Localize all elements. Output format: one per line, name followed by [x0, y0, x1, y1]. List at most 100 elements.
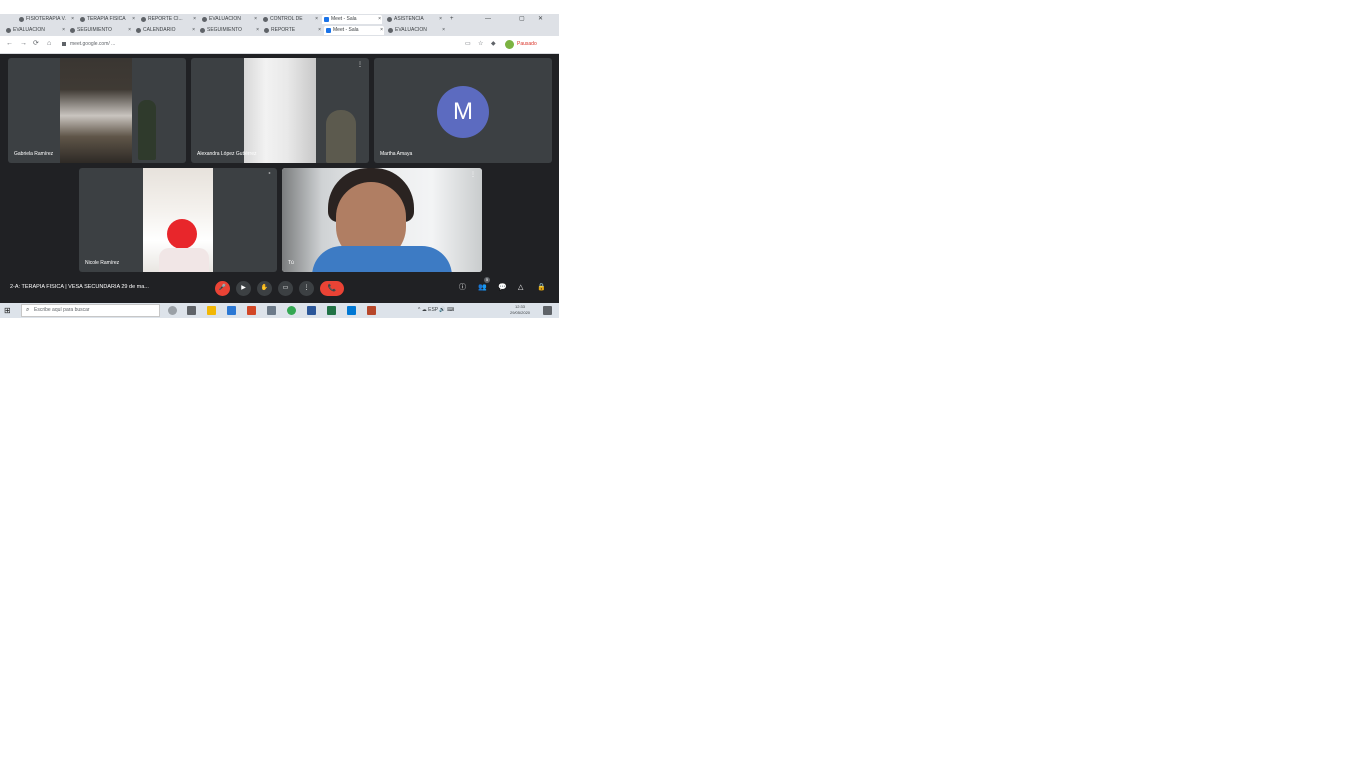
raise-hand-button[interactable]: ✋ [257, 281, 272, 296]
lock-icon [62, 41, 66, 46]
browser-tab[interactable]: EVALUACION × [200, 15, 258, 24]
pin-icon[interactable]: ⋮ [357, 61, 363, 68]
chat-icon[interactable]: 💬 [498, 283, 507, 293]
close-tab-icon[interactable]: × [193, 15, 196, 24]
close-tab-icon[interactable]: × [254, 15, 257, 24]
site-favicon-icon [80, 17, 85, 22]
system-tray[interactable]: ^ ☁ ESP 🔊 ⌨ [418, 306, 454, 315]
mic-button[interactable]: 🎤 [215, 281, 230, 296]
browser-tab[interactable]: REPORTE × [262, 26, 322, 35]
minimize-button[interactable]: — [485, 14, 491, 25]
cortana-icon[interactable] [168, 306, 177, 315]
paused-indicator[interactable]: Pausado [517, 40, 537, 49]
participant-name: Tú [288, 260, 294, 266]
reload-icon[interactable]: ⟳ [33, 39, 39, 49]
more-options-button[interactable]: ⋮ [299, 281, 314, 296]
close-tab-icon[interactable]: × [318, 26, 321, 35]
participant-name: Gabriela Ramírez [14, 151, 54, 157]
task-view-icon[interactable] [187, 306, 196, 315]
meeting-controls-bar: 2-A: TERAPIA FISICA | VESA SECUNDARIA 29… [0, 276, 559, 301]
people-icon[interactable]: 👥 [478, 283, 487, 293]
close-window-button[interactable]: ✕ [538, 14, 543, 25]
windows-start-icon[interactable]: ⊞ [4, 306, 11, 315]
powerpoint-icon[interactable] [367, 306, 376, 315]
url-field[interactable]: meet.google.com/ ... [62, 40, 442, 49]
close-tab-icon[interactable]: × [128, 26, 131, 35]
close-tab-icon[interactable]: × [132, 15, 135, 24]
browser-tab[interactable]: ASISTENCIA × [385, 15, 443, 24]
camera-permission-icon[interactable]: ▭ [465, 40, 471, 49]
extension-icon[interactable]: ◆ [491, 40, 496, 49]
close-tab-icon[interactable]: × [380, 26, 383, 35]
chrome-icon[interactable] [287, 306, 296, 315]
site-favicon-icon [388, 28, 393, 33]
close-tab-icon[interactable]: × [71, 15, 74, 24]
browser-tab[interactable]: CONTROL DE × [261, 15, 319, 24]
people-count-badge: 5 [484, 277, 490, 283]
meeting-title[interactable]: 2-A: TERAPIA FISICA | VESA SECUNDARIA 29… [10, 284, 149, 290]
camera-button[interactable]: ▶ [236, 281, 251, 296]
participant-tile[interactable]: Gabriela Ramírez [8, 58, 186, 163]
browser-tab[interactable]: CALENDARIO × [134, 26, 196, 35]
meet-favicon-icon [324, 17, 329, 22]
browser-tab[interactable]: EVALUACION × [4, 26, 66, 35]
word-icon[interactable] [307, 306, 316, 315]
close-tab-icon[interactable]: × [439, 15, 442, 24]
site-favicon-icon [387, 17, 392, 22]
notifications-icon[interactable] [543, 306, 552, 315]
bookmark-star-icon[interactable]: ☆ [478, 40, 483, 49]
file-explorer-icon[interactable] [207, 306, 216, 315]
forward-icon[interactable]: → [20, 39, 27, 49]
hangup-button[interactable]: 📞 [320, 281, 344, 296]
taskbar-clock[interactable]: 12:33 29/05/2020 [510, 304, 530, 316]
close-tab-icon[interactable]: × [62, 26, 65, 35]
profile-avatar[interactable] [505, 40, 514, 49]
browser-tab[interactable]: TERAPIA FISICA × [78, 15, 136, 24]
meet-favicon-icon [326, 28, 331, 33]
excel-icon[interactable] [327, 306, 336, 315]
mic-muted-icon: ⁺ [267, 172, 271, 178]
close-tab-icon[interactable]: × [315, 15, 318, 24]
browser-tab-active[interactable]: Meet - Sala × [322, 15, 382, 24]
info-icon[interactable]: ⓘ [459, 283, 466, 293]
browser-tab[interactable]: REPORTE CI... × [139, 15, 197, 24]
participant-tile[interactable]: ⋮ Alexandra López Gutiérrez [191, 58, 369, 163]
new-tab-button[interactable]: + [450, 14, 454, 25]
self-view-tile[interactable]: ⋮ Tú [282, 168, 482, 272]
edge-icon[interactable] [347, 306, 356, 315]
site-favicon-icon [136, 28, 141, 33]
windows-taskbar: ⊞ ⌕ Escribe aquí para buscar ^ ☁ ESP 🔊 ⌨… [0, 303, 559, 318]
browser-tab[interactable]: EVALUACION × [386, 26, 446, 35]
store-icon[interactable] [227, 306, 236, 315]
close-tab-icon[interactable]: × [256, 26, 259, 35]
close-tab-icon[interactable]: × [192, 26, 195, 35]
participant-tile[interactable]: M Martha Amaya [374, 58, 552, 163]
calculator-icon[interactable] [267, 306, 276, 315]
red-balloon [167, 219, 197, 249]
close-tab-icon[interactable]: × [378, 15, 381, 24]
site-favicon-icon [202, 17, 207, 22]
back-icon[interactable]: ← [6, 39, 13, 49]
close-tab-icon[interactable]: × [442, 26, 445, 35]
top-strip [0, 0, 559, 14]
participant-video [244, 58, 356, 163]
office-icon[interactable] [247, 306, 256, 315]
home-icon[interactable]: ⌂ [47, 39, 51, 49]
activities-icon[interactable]: △ [518, 283, 523, 293]
host-controls-icon[interactable]: 🔒 [537, 283, 546, 293]
browser-tab[interactable]: SEGUIMIENTO × [198, 26, 260, 35]
browser-tab[interactable]: SEGUIMIENTO × [68, 26, 132, 35]
participant-avatar: M [437, 86, 489, 138]
browser-tab-active[interactable]: Meet - Sala × [324, 26, 384, 35]
browser-tab[interactable]: FISIOTERAPIA V. × [17, 15, 75, 24]
address-bar: ← → ⟳ ⌂ meet.google.com/ ... ▭ ☆ ◆ [0, 36, 559, 54]
present-button[interactable]: ▭ [278, 281, 293, 296]
maximize-button[interactable]: ▢ [519, 14, 525, 25]
more-options-icon[interactable]: ⋮ [470, 171, 476, 178]
taskbar-search-input[interactable]: ⌕ Escribe aquí para buscar [21, 304, 160, 317]
tab-strip-row-2: EVALUACION × SEGUIMIENTO × CALENDARIO × SEG… [0, 25, 559, 36]
site-favicon-icon [264, 28, 269, 33]
site-favicon-icon [19, 17, 24, 22]
participant-video [60, 58, 156, 163]
participant-tile[interactable]: ⁺ Nicole Ramírez [79, 168, 277, 272]
